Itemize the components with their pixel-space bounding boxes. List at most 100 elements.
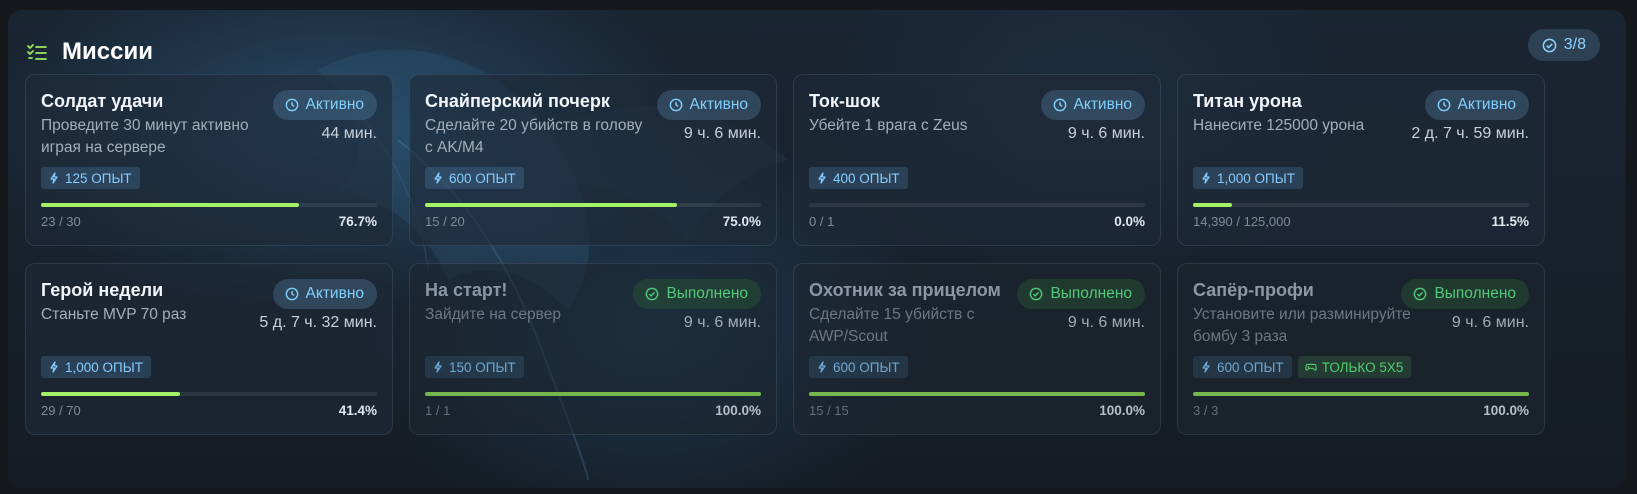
mission-badges: 1,000 ОПЫТ	[41, 356, 151, 378]
mission-progress-count: 23 / 30	[41, 214, 81, 229]
mission-progress-bar	[1193, 392, 1529, 396]
mission-status-text: Активно	[305, 285, 364, 302]
xp-reward-text: 400 ОПЫТ	[833, 170, 900, 186]
mission-status-badge: Выполнено	[633, 279, 761, 309]
xp-reward-text: 600 ОПЫТ	[449, 170, 516, 186]
mission-progress-bar	[1193, 203, 1529, 207]
mission-name: Охотник за прицелом	[809, 280, 1001, 300]
mission-card[interactable]: Сапёр-профи Установите или разминируйте б…	[1177, 263, 1545, 435]
mission-badges: 600 ОПЫТ ТОЛЬКО 5X5	[1193, 356, 1412, 378]
xp-reward-badge: 600 ОПЫТ	[809, 356, 908, 378]
xp-reward-badge: 600 ОПЫТ	[1193, 356, 1292, 378]
mission-status-badge: Активно	[1040, 90, 1145, 120]
mission-badges: 1,000 ОПЫТ	[1193, 167, 1303, 189]
mission-progress-count: 0 / 1	[809, 214, 835, 229]
mission-time-remaining: 44 мин.	[321, 125, 377, 142]
mission-card[interactable]: Охотник за прицелом Сделайте 15 убийств с…	[793, 263, 1161, 435]
mission-status-badge: Активно	[272, 90, 377, 120]
check-circle-icon	[1029, 287, 1043, 301]
xp-reward-text: 1,000 ОПЫТ	[65, 359, 143, 375]
mission-progress-percent: 0.0%	[1114, 214, 1145, 229]
mission-card[interactable]: Снайперский почерк Сделайте 20 убийств в …	[409, 74, 777, 246]
missions-panel: Миссии 3/8 Солдат удачи Проведите 30 мину…	[8, 10, 1626, 488]
gamepad-icon	[1304, 361, 1317, 373]
mission-name: Ток-шок	[809, 91, 880, 111]
mission-name: На старт!	[425, 280, 508, 300]
xp-reward-text: 600 ОПЫТ	[833, 359, 900, 375]
clock-icon	[285, 98, 299, 112]
mission-description: Зайдите на сервер	[425, 306, 561, 323]
mission-progress-count: 15 / 15	[809, 403, 849, 418]
check-circle-icon	[1413, 287, 1427, 301]
mission-badges: 150 ОПЫТ	[425, 356, 524, 378]
mission-time-remaining: 5 д. 7 ч. 32 мин.	[259, 314, 377, 331]
mission-name: Сапёр-профи	[1193, 280, 1314, 300]
mission-status-badge: Активно	[272, 279, 377, 309]
mission-description: Станьте MVP 70 раз	[41, 306, 187, 323]
mission-status-text: Выполнено	[666, 285, 748, 302]
mission-status-text: Активно	[1073, 96, 1132, 113]
mission-badges: 600 ОПЫТ	[809, 356, 908, 378]
mission-progress-count: 1 / 1	[425, 403, 451, 418]
mission-time-remaining: 2 д. 7 ч. 59 мин.	[1411, 125, 1529, 142]
lightning-icon	[816, 172, 828, 184]
mission-progress-bar	[809, 392, 1145, 396]
mission-card[interactable]: Титан урона Нанесите 125000 урона Активно 2…	[1177, 74, 1545, 246]
mission-status-text: Активно	[689, 96, 748, 113]
mission-progress-count: 15 / 20	[425, 214, 465, 229]
lightning-icon	[1200, 172, 1212, 184]
mission-time-remaining: 9 ч. 6 мин.	[1067, 125, 1145, 142]
xp-reward-text: 125 ОПЫТ	[65, 170, 132, 186]
lightning-icon	[816, 361, 828, 373]
xp-reward-badge: 125 ОПЫТ	[41, 167, 140, 189]
mission-progress-fill	[41, 203, 299, 207]
mission-card[interactable]: Солдат удачи Проведите 30 минут активно и…	[25, 74, 393, 246]
xp-reward-badge: 1,000 ОПЫТ	[1193, 167, 1303, 189]
mission-progress-percent: 75.0%	[722, 214, 761, 229]
mission-progress-percent: 100.0%	[1483, 403, 1529, 418]
mission-progress-bar	[41, 392, 377, 396]
mission-progress-fill	[425, 203, 677, 207]
checklist-icon	[26, 41, 48, 63]
mission-badges: 400 ОПЫТ	[809, 167, 908, 189]
xp-reward-text: 1,000 ОПЫТ	[1217, 170, 1295, 186]
mission-status-badge: Активно	[1424, 90, 1529, 120]
mission-progress-percent: 100.0%	[715, 403, 761, 418]
mission-card[interactable]: На старт! Зайдите на сервер Выполнено 9 ч. …	[409, 263, 777, 435]
page-title: Миссии	[62, 38, 153, 65]
mission-description: Установите или разминируйте бомбу 3 раза	[1193, 306, 1411, 345]
mission-badges: 600 ОПЫТ	[425, 167, 524, 189]
lightning-icon	[1200, 361, 1212, 373]
mission-name: Титан урона	[1193, 91, 1302, 111]
mission-description: Проведите 30 минут активно играя на серв…	[41, 117, 249, 156]
mission-time-remaining: 9 ч. 6 мин.	[683, 314, 761, 331]
xp-reward-badge: 600 ОПЫТ	[425, 167, 524, 189]
mission-progress-percent: 11.5%	[1491, 214, 1529, 229]
mission-status-badge: Выполнено	[1017, 279, 1145, 309]
mission-status-badge: Выполнено	[1401, 279, 1529, 309]
completed-counter-text: 3/8	[1563, 36, 1586, 53]
mission-card[interactable]: Герой недели Станьте MVP 70 раз Активно 5 д…	[25, 263, 393, 435]
mission-progress-fill	[1193, 203, 1232, 207]
mission-status-text: Активно	[305, 96, 364, 113]
xp-reward-badge: 1,000 ОПЫТ	[41, 356, 151, 378]
clock-icon	[1053, 98, 1067, 112]
mission-name: Герой недели	[41, 280, 164, 300]
mission-status-text: Выполнено	[1050, 285, 1132, 302]
xp-reward-text: 150 ОПЫТ	[449, 359, 516, 375]
mission-progress-count: 3 / 3	[1193, 403, 1219, 418]
mission-description: Сделайте 20 убийств в голову с AK/M4	[425, 117, 643, 156]
mission-name: Солдат удачи	[41, 91, 164, 111]
mission-status-text: Выполнено	[1434, 285, 1516, 302]
mission-description: Нанесите 125000 урона	[1193, 117, 1365, 134]
mission-description: Сделайте 15 убийств с AWP/Scout	[809, 306, 975, 345]
mission-progress-count: 29 / 70	[41, 403, 81, 418]
mission-time-remaining: 9 ч. 6 мин.	[1451, 314, 1529, 331]
mission-progress-fill	[41, 392, 181, 396]
lightning-icon	[432, 172, 444, 184]
mode-restriction-text: ТОЛЬКО 5X5	[1321, 359, 1404, 375]
check-circle-icon	[645, 287, 659, 301]
mode-restriction-badge: ТОЛЬКО 5X5	[1297, 356, 1412, 378]
mission-name: Снайперский почерк	[425, 91, 610, 111]
mission-card[interactable]: Ток-шок Убейте 1 врага с Zeus Активно 9 ч. …	[793, 74, 1161, 246]
